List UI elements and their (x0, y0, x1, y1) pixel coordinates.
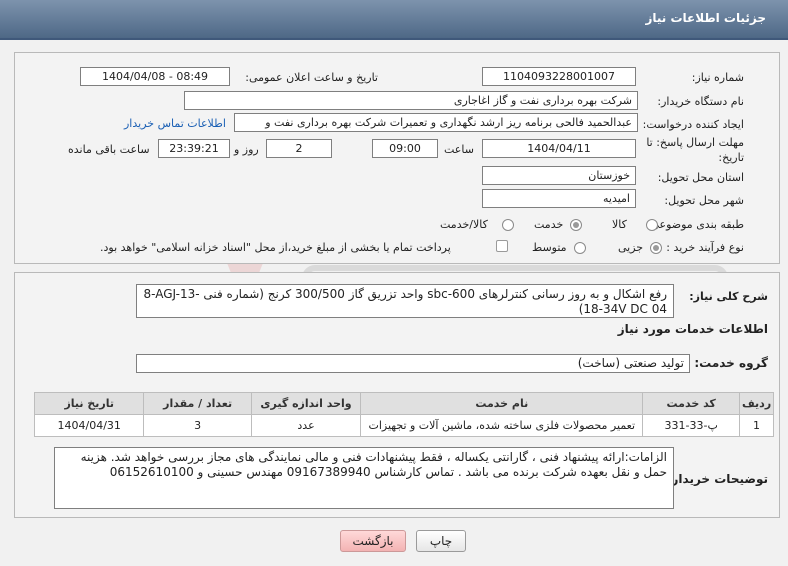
description-line-2: 18-34V DC 04) (578, 302, 667, 316)
category-radio-goods[interactable] (646, 219, 658, 231)
cell-quantity: 3 (143, 414, 252, 437)
back-button[interactable]: بازگشت (340, 530, 406, 552)
category-option-goods-service: کالا/خدمت (440, 218, 488, 231)
remaining-time-field[interactable]: 23:39:21 (158, 139, 230, 158)
buyer-notes-textarea[interactable]: الزامات:ارائه پیشنهاد فنی ، گارانتی یکسا… (54, 447, 674, 509)
announce-datetime-label: تاریخ و ساعت اعلان عمومی: (245, 71, 378, 84)
buyer-notes-line-1: الزامات:ارائه پیشنهاد فنی ، گارانتی یکسا… (80, 450, 667, 464)
cell-service-code: پ-33-331 (642, 414, 741, 437)
deadline-date-field[interactable]: 1404/04/11 (482, 139, 636, 158)
col-service-name: نام خدمت (360, 392, 644, 415)
need-number-label: شماره نیاز: (691, 71, 744, 84)
category-option-service: خدمت (534, 218, 564, 231)
city-label: شهر محل تحویل: (664, 194, 744, 207)
col-need-date: تاریخ نیاز (33, 392, 145, 415)
table-header-row: ردیف کد خدمت نام خدمت واحد اندازه گیری ت… (33, 392, 774, 415)
process-option-minor: جزیی (618, 241, 644, 254)
col-service-code: کد خدمت (642, 392, 741, 415)
category-radio-goods-service[interactable] (502, 219, 514, 231)
cell-row-number: 1 (739, 414, 774, 437)
category-label: طبقه بندی موضوعی: (646, 218, 744, 231)
cell-service-name: تعمیر محصولات فلزی ساخته شده، ماشین آلات… (360, 414, 644, 437)
creator-field[interactable]: عبدالحمید فالحی برنامه ریز ارشد نگهداری … (234, 113, 638, 132)
announce-datetime-field[interactable]: 1404/04/08 - 08:49 (80, 67, 230, 86)
table-row[interactable]: 1 پ-33-331 تعمیر محصولات فلزی ساخته شده،… (33, 414, 774, 437)
category-radio-service[interactable] (570, 219, 582, 231)
city-field[interactable]: امیدیه (482, 189, 636, 208)
process-option-medium: متوسط (532, 241, 567, 254)
page-title: جزئیات اطلاعات نیاز (645, 11, 766, 25)
treasury-payment-note: پرداخت تمام یا بخشی از مبلغ خرید،از محل … (100, 241, 451, 254)
province-label: استان محل تحویل: (657, 171, 744, 184)
description-label: شرح کلی نیاز: (689, 290, 768, 303)
buyer-notes-label: توضیحات خریدار: (666, 472, 768, 486)
description-line-1: رفع اشکال و به روز رسانی کنترلرهای sbc-6… (143, 287, 667, 301)
col-row-number: ردیف (739, 392, 774, 415)
service-group-field[interactable]: تولید صنعتی (ساخت) (136, 354, 690, 373)
deadline-time-field[interactable]: 09:00 (372, 139, 438, 158)
days-field[interactable]: 2 (266, 139, 332, 158)
col-quantity: تعداد / مقدار (143, 392, 252, 415)
process-radio-medium[interactable] (574, 242, 586, 254)
buyer-contact-link[interactable]: اطلاعات تماس خریدار (124, 117, 226, 130)
cell-unit: عدد (250, 414, 362, 437)
creator-label: ایجاد کننده درخواست: (642, 118, 744, 131)
services-table: ردیف کد خدمت نام خدمت واحد اندازه گیری ت… (33, 392, 774, 437)
deadline-time-label: ساعت (444, 143, 474, 156)
buyer-label: نام دستگاه خریدار: (657, 95, 744, 108)
description-textarea[interactable]: رفع اشکال و به روز رسانی کنترلرهای sbc-6… (136, 284, 674, 318)
services-section-title: اطلاعات خدمات مورد نیاز (617, 322, 768, 336)
col-unit: واحد اندازه گیری (250, 392, 362, 415)
buyer-notes-line-2: حمل و نقل بعهده شرکت برنده می باشد . تما… (109, 465, 667, 479)
cell-need-date: 1404/04/31 (33, 414, 145, 437)
need-number-field[interactable]: 1104093228001007 (482, 67, 636, 86)
province-field[interactable]: خوزستان (482, 166, 636, 185)
process-radio-minor[interactable] (650, 242, 662, 254)
deadline-label: مهلت ارسال پاسخ: تا (646, 136, 744, 149)
buyer-field[interactable]: شرکت بهره برداری نفت و گاز اغاجاری (184, 91, 638, 110)
service-group-label: گروه خدمت: (694, 356, 768, 370)
days-label: روز و (234, 143, 259, 156)
deadline-date-label: تاریخ: (718, 151, 744, 164)
print-button[interactable]: چاپ (416, 530, 466, 552)
process-label: نوع فرآیند خرید : (666, 241, 744, 254)
treasury-payment-checkbox[interactable] (496, 240, 508, 252)
category-option-goods: کالا (612, 218, 627, 231)
remaining-time-label: ساعت باقی مانده (68, 143, 150, 156)
